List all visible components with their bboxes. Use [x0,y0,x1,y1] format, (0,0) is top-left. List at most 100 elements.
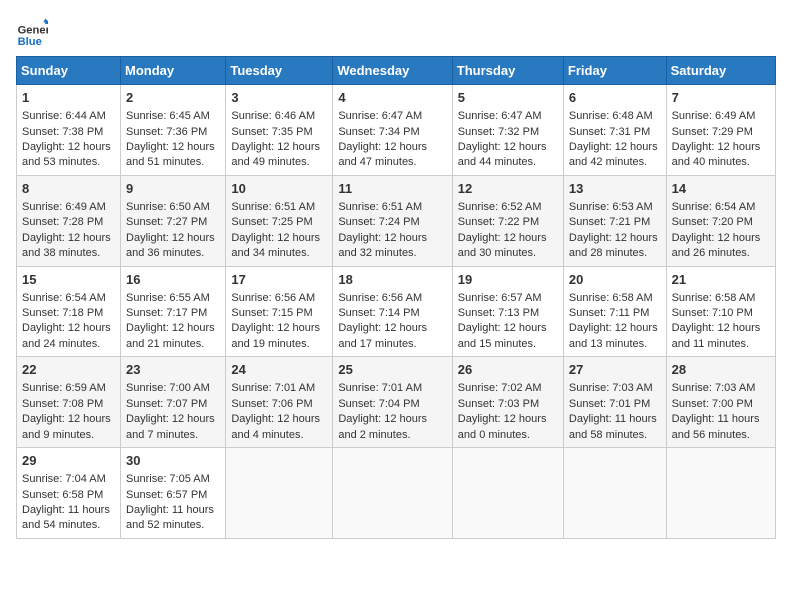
daylight: Daylight: 12 hours and 7 minutes. [126,413,215,440]
day-number: 29 [22,452,115,470]
header-tuesday: Tuesday [226,57,333,85]
header-row: SundayMondayTuesdayWednesdayThursdayFrid… [17,57,776,85]
daylight: Daylight: 12 hours and 11 minutes. [672,322,761,349]
calendar-cell [452,448,563,539]
week-row-2: 8Sunrise: 6:49 AMSunset: 7:28 PMDaylight… [17,175,776,266]
daylight: Daylight: 12 hours and 17 minutes. [338,322,427,349]
day-number: 5 [458,89,558,107]
day-number: 18 [338,271,446,289]
sunset: Sunset: 7:28 PM [22,216,103,228]
sunset: Sunset: 7:11 PM [569,307,650,319]
sunrise: Sunrise: 6:56 AM [338,292,422,304]
sunrise: Sunrise: 6:49 AM [22,201,106,213]
sunrise: Sunrise: 6:46 AM [231,110,315,122]
week-row-5: 29Sunrise: 7:04 AMSunset: 6:58 PMDayligh… [17,448,776,539]
daylight: Daylight: 12 hours and 15 minutes. [458,322,547,349]
sunrise: Sunrise: 6:49 AM [672,110,756,122]
sunset: Sunset: 7:06 PM [231,398,312,410]
sunset: Sunset: 6:57 PM [126,489,207,501]
sunrise: Sunrise: 6:56 AM [231,292,315,304]
daylight: Daylight: 11 hours and 54 minutes. [22,504,110,531]
header-monday: Monday [121,57,226,85]
day-number: 28 [672,361,770,379]
calendar-table: SundayMondayTuesdayWednesdayThursdayFrid… [16,56,776,539]
sunrise: Sunrise: 6:48 AM [569,110,653,122]
calendar-cell: 3Sunrise: 6:46 AMSunset: 7:35 PMDaylight… [226,85,333,176]
day-number: 11 [338,180,446,198]
calendar-cell: 14Sunrise: 6:54 AMSunset: 7:20 PMDayligh… [666,175,775,266]
sunset: Sunset: 7:34 PM [338,126,419,138]
day-number: 13 [569,180,661,198]
sunrise: Sunrise: 6:58 AM [672,292,756,304]
daylight: Daylight: 12 hours and 30 minutes. [458,232,547,259]
sunset: Sunset: 7:29 PM [672,126,753,138]
daylight: Daylight: 12 hours and 51 minutes. [126,141,215,168]
week-row-4: 22 Sunrise: 6:59 AM Sunset: 7:08 PM Dayligh… [17,357,776,448]
sunrise: Sunrise: 7:03 AM [569,382,653,394]
sunset: Sunset: 7:21 PM [569,216,650,228]
calendar-cell: 29Sunrise: 7:04 AMSunset: 6:58 PMDayligh… [17,448,121,539]
sunrise: Sunrise: 6:58 AM [569,292,653,304]
day-number: 19 [458,271,558,289]
day-number: 14 [672,180,770,198]
sunset: Sunset: 7:35 PM [231,126,312,138]
calendar-cell: 1Sunrise: 6:44 AMSunset: 7:38 PMDaylight… [17,85,121,176]
calendar-cell: 22Sunrise: 6:59 AMSunset: 7:08 PMDayligh… [17,357,121,448]
day-number: 1 [22,89,115,107]
daylight: Daylight: 12 hours and 28 minutes. [569,232,658,259]
daylight: Daylight: 11 hours and 52 minutes. [126,504,214,531]
sunrise: Sunrise: 7:03 AM [672,382,756,394]
calendar-cell [666,448,775,539]
sunset: Sunset: 7:03 PM [458,398,539,410]
header-wednesday: Wednesday [333,57,452,85]
day-number: 6 [569,89,661,107]
sunrise: Sunrise: 6:54 AM [672,201,756,213]
day-number: 25 [338,361,446,379]
sunset: Sunset: 7:08 PM [22,398,103,410]
daylight: Daylight: 12 hours and 21 minutes. [126,322,215,349]
sunrise: Sunrise: 6:50 AM [126,201,210,213]
calendar-cell: 6Sunrise: 6:48 AMSunset: 7:31 PMDaylight… [563,85,666,176]
day-number: 9 [126,180,220,198]
day-number: 22 [22,361,115,379]
sunrise: Sunrise: 6:54 AM [22,292,106,304]
calendar-cell: 28Sunrise: 7:03 AMSunset: 7:00 PMDayligh… [666,357,775,448]
day-number: 20 [569,271,661,289]
day-number: 26 [458,361,558,379]
daylight: Daylight: 12 hours and 2 minutes. [338,413,427,440]
day-number: 3 [231,89,327,107]
calendar-cell: 15Sunrise: 6:54 AMSunset: 7:18 PMDayligh… [17,266,121,357]
sunset: Sunset: 7:13 PM [458,307,539,319]
day-number: 16 [126,271,220,289]
sunset: Sunset: 6:58 PM [22,489,103,501]
sunrise: Sunrise: 6:47 AM [338,110,422,122]
calendar-cell [226,448,333,539]
day-number: 21 [672,271,770,289]
calendar-cell: 23Sunrise: 7:00 AMSunset: 7:07 PMDayligh… [121,357,226,448]
page-header: General Blue [16,16,776,48]
logo-icon: General Blue [16,16,48,48]
calendar-cell: 17Sunrise: 6:56 AMSunset: 7:15 PMDayligh… [226,266,333,357]
sunrise: Sunrise: 6:47 AM [458,110,542,122]
daylight: Daylight: 12 hours and 24 minutes. [22,322,111,349]
sunrise: Sunrise: 6:51 AM [338,201,422,213]
sunset: Sunset: 7:18 PM [22,307,103,319]
daylight: Daylight: 12 hours and 36 minutes. [126,232,215,259]
sunrise: Sunrise: 6:57 AM [458,292,542,304]
daylight: Daylight: 12 hours and 53 minutes. [22,141,111,168]
sunset: Sunset: 7:32 PM [458,126,539,138]
calendar-cell: 26Sunrise: 7:02 AMSunset: 7:03 PMDayligh… [452,357,563,448]
day-number: 12 [458,180,558,198]
sunset: Sunset: 7:38 PM [22,126,103,138]
sunrise: Sunrise: 6:51 AM [231,201,315,213]
sunrise: Sunrise: 7:05 AM [126,473,210,485]
calendar-cell: 5Sunrise: 6:47 AMSunset: 7:32 PMDaylight… [452,85,563,176]
daylight: Daylight: 12 hours and 13 minutes. [569,322,658,349]
sunset: Sunset: 7:17 PM [126,307,207,319]
sunset: Sunset: 7:24 PM [338,216,419,228]
sunset: Sunset: 7:20 PM [672,216,753,228]
calendar-cell: 4Sunrise: 6:47 AMSunset: 7:34 PMDaylight… [333,85,452,176]
day-number: 23 [126,361,220,379]
sunrise: Sunrise: 6:59 AM [22,382,106,394]
daylight: Daylight: 12 hours and 38 minutes. [22,232,111,259]
